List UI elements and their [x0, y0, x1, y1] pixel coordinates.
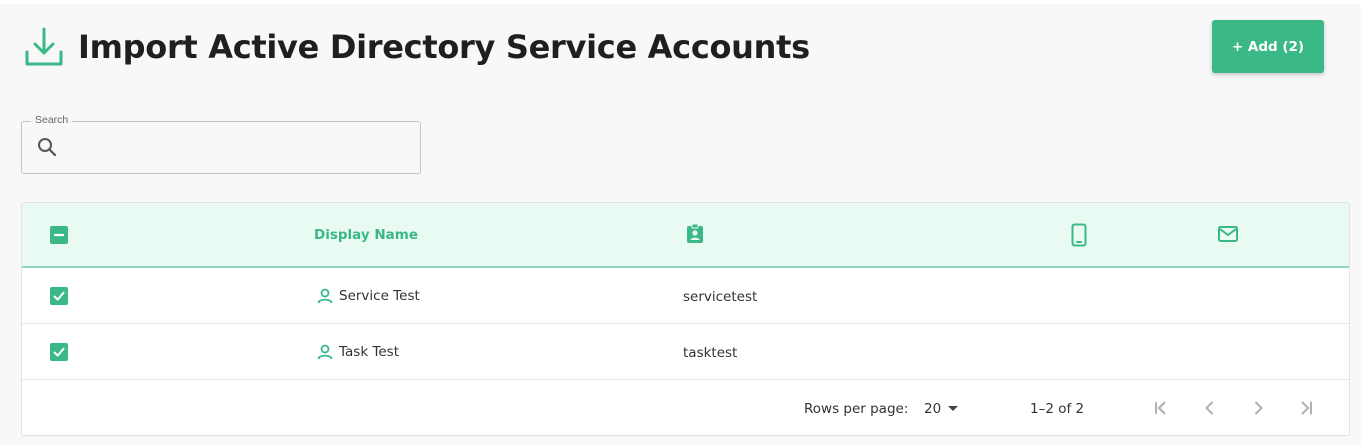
- table-header: Display Name: [22, 203, 1349, 268]
- badge-icon: [684, 223, 706, 250]
- chevron-right-icon: [1249, 399, 1267, 417]
- first-page-button[interactable]: [1147, 394, 1175, 422]
- last-page-icon: [1297, 399, 1315, 417]
- checked-checkbox-icon: [50, 287, 68, 305]
- select-all-checkbox[interactable]: [50, 226, 68, 244]
- table-row[interactable]: Task Test tasktest: [22, 324, 1349, 380]
- user-icon: [316, 343, 334, 361]
- column-header-phone[interactable]: [1069, 223, 1089, 252]
- rows-per-page: Rows per page:: [804, 399, 908, 419]
- column-header-label: Display Name: [314, 227, 418, 243]
- previous-page-button[interactable]: [1196, 394, 1224, 422]
- display-name: Service Test: [339, 288, 420, 304]
- download-icon: [22, 25, 66, 69]
- rows-per-page-value: 20: [924, 401, 942, 417]
- search-label: Search: [31, 114, 73, 126]
- last-page-button[interactable]: [1292, 394, 1320, 422]
- page-title: Import Active Directory Service Accounts: [78, 28, 810, 66]
- chevron-left-icon: [1201, 399, 1219, 417]
- page-range: 1–2 of 2: [1030, 399, 1084, 419]
- caret-down-icon: [947, 405, 959, 413]
- next-page-button[interactable]: [1244, 394, 1272, 422]
- mail-icon: [1217, 225, 1239, 248]
- search-icon: [36, 136, 58, 158]
- row-checkbox[interactable]: [50, 343, 68, 361]
- checked-checkbox-icon: [50, 343, 68, 361]
- top-strip: [0, 0, 1361, 4]
- add-button[interactable]: + Add (2): [1212, 20, 1324, 73]
- search-input[interactable]: [66, 130, 406, 166]
- accounts-table: Display Name Service Test servicetest Ta…: [21, 202, 1350, 436]
- column-header-display-name[interactable]: Display Name: [314, 226, 418, 244]
- column-header-account[interactable]: [684, 223, 706, 250]
- user-icon: [316, 287, 334, 305]
- page-range-text: 1–2 of 2: [1030, 401, 1085, 417]
- indeterminate-checkbox-icon: [50, 226, 68, 244]
- table-row[interactable]: Service Test servicetest: [22, 268, 1349, 324]
- phone-icon: [1069, 223, 1089, 252]
- display-name-cell: Task Test: [316, 342, 399, 362]
- rows-per-page-select[interactable]: 20: [924, 398, 959, 420]
- account-cell: servicetest: [683, 287, 757, 307]
- pagination: Rows per page: 20 1–2 of 2: [22, 380, 1349, 435]
- row-checkbox[interactable]: [50, 287, 68, 305]
- page-header: Import Active Directory Service Accounts: [22, 22, 810, 72]
- display-name: Task Test: [339, 344, 400, 360]
- column-header-email[interactable]: [1217, 225, 1239, 248]
- first-page-icon: [1152, 399, 1170, 417]
- account-cell: tasktest: [683, 343, 737, 363]
- account-name: servicetest: [683, 289, 758, 305]
- rows-per-page-label: Rows per page:: [804, 401, 909, 417]
- search-field[interactable]: Search: [21, 114, 421, 174]
- display-name-cell: Service Test: [316, 286, 420, 306]
- account-name: tasktest: [683, 345, 738, 361]
